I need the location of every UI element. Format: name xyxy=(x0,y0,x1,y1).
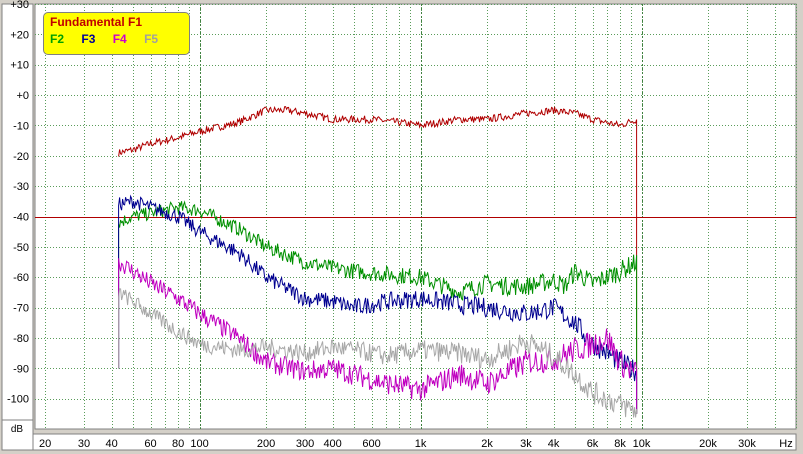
x-tick-label: 100 xyxy=(190,438,208,450)
x-tick-label: 6k xyxy=(587,438,599,450)
x-tick-label: 200 xyxy=(257,438,275,450)
y-tick-label: +30 xyxy=(10,0,29,11)
x-tick-label: Hz xyxy=(779,438,792,450)
harmonic-distortion-chart: +30 +20 +10 +0 -10 -20 -30 -40 -50 -60 -70 -80 -90 -1… xyxy=(1,0,797,451)
x-tick-label: 40 xyxy=(106,438,118,450)
x-tick-label: 30k xyxy=(738,438,756,450)
y-tick-label: -30 xyxy=(13,181,29,193)
y-tick-label: -90 xyxy=(13,363,29,375)
y-tick-label: +20 xyxy=(10,29,29,41)
x-tick-label: 20 xyxy=(39,438,51,450)
legend-harmonics: F2 F3 F4 F5 xyxy=(50,32,172,46)
legend-f5: F5 xyxy=(144,32,159,46)
y-tick-label: -50 xyxy=(13,242,29,254)
x-tick-label: 300 xyxy=(296,438,314,450)
y-tick-label: -100 xyxy=(7,394,29,406)
plot-area xyxy=(34,3,797,430)
y-tick-label: -10 xyxy=(13,120,29,132)
x-tick-label: 60 xyxy=(144,438,156,450)
x-tick-label: 30 xyxy=(78,438,90,450)
y-tick-label: -70 xyxy=(13,303,29,315)
x-tick-label: 10k xyxy=(633,438,651,450)
x-tick-label: 20k xyxy=(699,438,717,450)
x-tick-label: 600 xyxy=(362,438,380,450)
x-tick-label: 3k xyxy=(520,438,532,450)
x-tick-label: 80 xyxy=(172,438,184,450)
y-tick-label: +10 xyxy=(10,60,29,72)
x-tick-label: 4k xyxy=(548,438,560,450)
x-tick-label: 8k xyxy=(614,438,626,450)
y-tick-label: -40 xyxy=(13,212,29,224)
x-tick-label: 400 xyxy=(323,438,341,450)
analyzer-window: +30 +20 +10 +0 -10 -20 -30 -40 -50 -60 -70 -80 -90 -1… xyxy=(0,0,803,454)
y-axis-unit: dB xyxy=(10,424,24,435)
y-tick-label: -80 xyxy=(13,333,29,345)
x-tick-label: 2k xyxy=(481,438,493,450)
y-tick-label: -20 xyxy=(13,151,29,163)
chart-legend: Fundamental F1 F2 F3 F4 F5 xyxy=(43,12,190,55)
legend-f3: F3 xyxy=(81,32,96,46)
legend-f4: F4 xyxy=(112,32,127,46)
legend-f2: F2 xyxy=(50,32,65,46)
y-tick-label: -60 xyxy=(13,272,29,284)
y-tick-label: +0 xyxy=(16,90,29,102)
legend-fundamental: Fundamental F1 xyxy=(50,15,143,29)
x-tick-label: 1k xyxy=(415,438,427,450)
